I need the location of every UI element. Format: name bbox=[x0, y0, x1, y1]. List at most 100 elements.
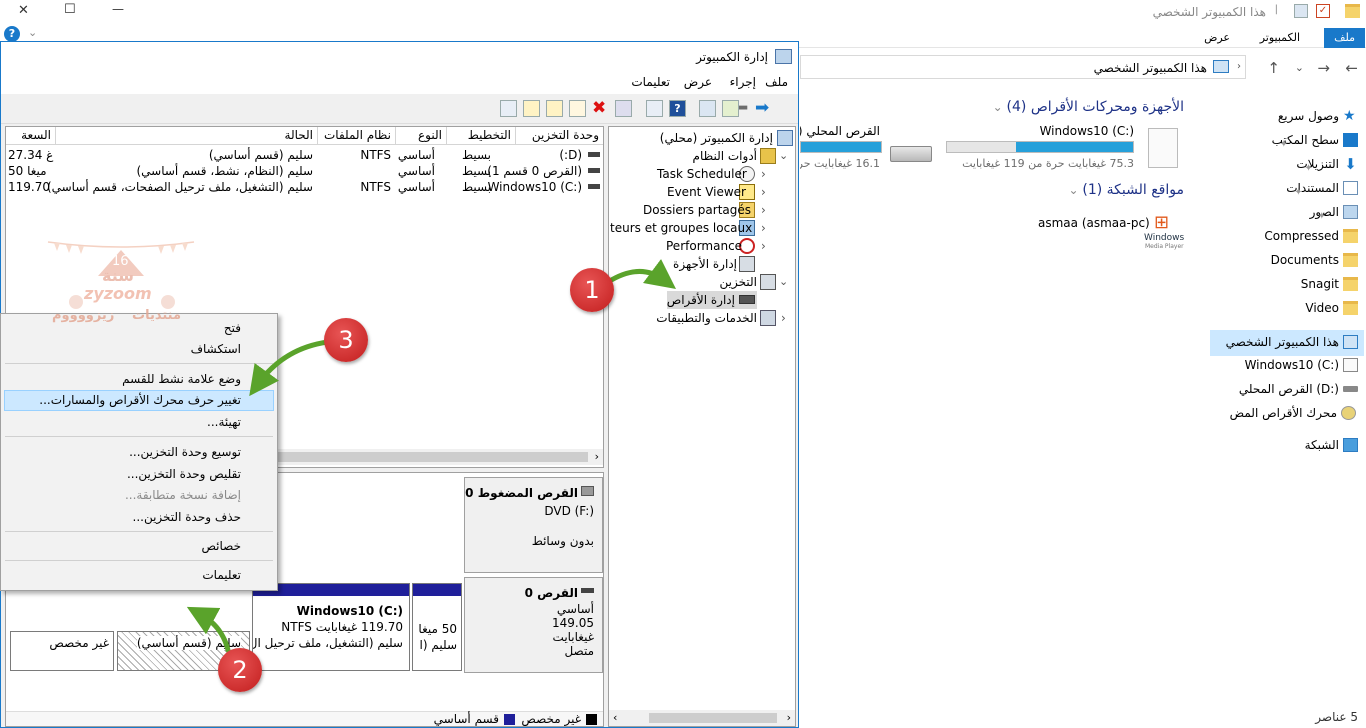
expand-chevron-icon[interactable]: › bbox=[761, 237, 766, 255]
expand-chevron-icon[interactable]: › bbox=[761, 183, 766, 201]
tree-item-disk-management[interactable]: إدارة الأقراص bbox=[667, 291, 757, 309]
expand-chevron-icon[interactable]: › bbox=[761, 201, 766, 219]
toolbar-connect-icon[interactable] bbox=[615, 100, 632, 117]
drive-tile-c[interactable]: Windows10 (C:) 75.3 غيغابايت حرة من 119 … bbox=[944, 124, 1184, 174]
toolbar-checkmark-icon[interactable] bbox=[569, 100, 586, 117]
nav-item-network[interactable]: الشبكة bbox=[1305, 433, 1358, 457]
network-item-asmaa[interactable]: asmaa (asmaa-pc) ⊞ Windows Media Player bbox=[1030, 212, 1190, 252]
ribbon-tab-computer[interactable]: الكمبيوتر bbox=[1250, 28, 1310, 48]
scroll-right-chevron-icon[interactable]: › bbox=[595, 450, 599, 463]
expand-chevron-down-icon[interactable]: ⌄ bbox=[779, 147, 788, 165]
nav-item-video[interactable]: Video bbox=[1305, 296, 1358, 320]
cdrom-0-label[interactable]: القرص المضغوط 0 DVD (F:) بدون وسائط bbox=[464, 477, 603, 573]
menu-item-explore[interactable]: استكشاف bbox=[191, 339, 241, 359]
section-collapse-chevron-icon[interactable]: ⌄ bbox=[993, 100, 1003, 114]
qat-checkmark-icon[interactable]: ✓ bbox=[1316, 4, 1330, 18]
menu-help[interactable]: تعليمات bbox=[631, 75, 670, 89]
nav-item-drive-c[interactable]: Windows10 (C:) bbox=[1245, 353, 1358, 377]
expand-chevron-icon[interactable]: › bbox=[781, 309, 786, 327]
menu-item-extend-volume[interactable]: توسيع وحدة التخزين... bbox=[129, 442, 241, 462]
toolbar-list-icon[interactable] bbox=[500, 100, 517, 117]
toolbar-properties-icon[interactable] bbox=[646, 100, 663, 117]
tree-horizontal-scrollbar[interactable]: ‹ › bbox=[609, 710, 795, 726]
expand-chevron-icon[interactable]: › bbox=[761, 219, 766, 237]
toolbar-up-folder-icon[interactable] bbox=[722, 100, 739, 117]
back-arrow-icon[interactable]: ← bbox=[1345, 59, 1358, 77]
tree-item-local-users[interactable]: › teurs et groupes locaux bbox=[609, 219, 795, 237]
menu-item-change-drive-letter[interactable]: تغيير حرف محرك الأقراص والمسارات... bbox=[39, 390, 241, 410]
table-row[interactable]: (القرص 0 قسم 1) بسيط أساسي سليم (النظام،… bbox=[6, 163, 603, 179]
toolbar-delete-icon[interactable]: ✖ bbox=[592, 98, 606, 118]
expand-chevron-down-icon[interactable]: ⌄ bbox=[779, 273, 788, 291]
nav-item-drive-d[interactable]: القرص المحلي (D:) bbox=[1239, 377, 1358, 401]
menu-item-format[interactable]: تهيئة... bbox=[207, 412, 241, 432]
qat-properties-icon[interactable] bbox=[1294, 4, 1308, 18]
pin-icon[interactable]: ✦ bbox=[1294, 181, 1302, 205]
table-row[interactable]: (D:) بسيط أساسي NTFS سليم (قسم أساسي) 27… bbox=[6, 147, 603, 163]
tree-item-performance[interactable]: › Performance bbox=[609, 237, 795, 255]
column-header-fs[interactable]: نظام الملفات bbox=[318, 127, 396, 145]
toolbar-forward-icon[interactable]: ➡ bbox=[755, 98, 769, 118]
toolbar-show-hide-tree-icon[interactable] bbox=[699, 100, 716, 117]
section-collapse-chevron-icon[interactable]: ⌄ bbox=[1068, 183, 1078, 197]
explorer-close-button[interactable]: ✕ bbox=[18, 3, 29, 18]
tree-item-event-viewer[interactable]: › Event Viewer bbox=[609, 183, 795, 201]
menu-item-mark-active[interactable]: وضع علامة نشط للقسم bbox=[122, 369, 241, 389]
tree-item-task-scheduler[interactable]: › Task Scheduler bbox=[609, 165, 795, 183]
scroll-right-chevron-icon[interactable]: › bbox=[787, 711, 791, 724]
menu-item-shrink-volume[interactable]: تقليص وحدة التخزين... bbox=[127, 464, 241, 484]
tree-item-storage[interactable]: ⌄ التخزين bbox=[609, 273, 795, 291]
tree-item-shared-folders[interactable]: › Dossiers partagés bbox=[609, 201, 795, 219]
partition-system-reserved[interactable]: 50 ميغا سليم (ا bbox=[412, 583, 462, 671]
table-row[interactable]: Windows10 (C:) بسيط أساسي NTFS سليم (الت… bbox=[6, 179, 603, 195]
partition-c[interactable]: Windows10 (C:) 119.70 غيغابايت NTFS سليم… bbox=[252, 583, 410, 671]
nav-item-pictures[interactable]: الصور ✦ bbox=[1310, 200, 1358, 224]
section-devices-header[interactable]: الأجهزة ومحركات الأقراص (4) ⌄ bbox=[993, 99, 1184, 115]
explorer-maximize-button[interactable]: ☐ bbox=[64, 2, 76, 17]
expand-chevron-icon[interactable]: › bbox=[761, 165, 766, 183]
column-header-layout[interactable]: التخطيط bbox=[447, 127, 516, 145]
nav-item-quick-access[interactable]: ★ وصول سريع bbox=[1278, 104, 1358, 128]
nav-item-compressed[interactable]: Compressed bbox=[1264, 224, 1358, 248]
address-chevron-icon[interactable]: › bbox=[1237, 61, 1241, 72]
ribbon-tab-view[interactable]: عرض bbox=[1194, 28, 1240, 48]
menu-file[interactable]: ملف bbox=[765, 75, 788, 89]
scroll-left-chevron-icon[interactable]: ‹ bbox=[613, 711, 617, 724]
drive-tile-d[interactable]: القرص المحلي (D:) 16.1 غيغابايت حرة bbox=[800, 124, 936, 174]
nav-item-snagit[interactable]: Snagit bbox=[1301, 272, 1358, 296]
tree-item-services[interactable]: › الخدمات والتطبيقات bbox=[609, 309, 795, 327]
menu-item-properties[interactable]: خصائص bbox=[201, 536, 241, 556]
disk-0-label[interactable]: القرص 0 أساسي 149.05 غيغابايت متصل bbox=[464, 577, 603, 673]
nav-item-this-pc[interactable]: هذا الكمبيوتر الشخصي bbox=[1226, 330, 1358, 354]
nav-item-documents[interactable]: Documents bbox=[1271, 248, 1358, 272]
tree-item-device-manager[interactable]: إدارة الأجهزة bbox=[609, 255, 795, 273]
tree-item-root[interactable]: إدارة الكمبيوتر (محلي) bbox=[609, 129, 795, 147]
scroll-thumb[interactable] bbox=[649, 713, 777, 723]
column-header-status[interactable]: الحالة bbox=[56, 127, 318, 145]
ribbon-tab-file[interactable]: ملف bbox=[1324, 28, 1365, 48]
nav-item-dvd[interactable]: محرك الأقراص المض bbox=[1206, 401, 1356, 425]
explorer-minimize-button[interactable]: — bbox=[112, 2, 124, 16]
nav-item-desktop[interactable]: سطح المكتب ✦ bbox=[1272, 128, 1358, 152]
section-network-header[interactable]: مواقع الشبكة (1) ⌄ bbox=[1068, 182, 1184, 198]
toolbar-export-icon[interactable] bbox=[523, 100, 540, 117]
nav-item-downloads[interactable]: ⬇ التنزيلات ✦ bbox=[1296, 152, 1358, 176]
scroll-thumb[interactable] bbox=[276, 452, 588, 462]
menu-view[interactable]: عرض bbox=[684, 75, 712, 89]
menu-action[interactable]: إجراء bbox=[730, 75, 756, 89]
ribbon-expand-chevron-icon[interactable]: ⌄ bbox=[28, 26, 37, 39]
partition-unallocated[interactable]: غير مخصص bbox=[10, 631, 114, 671]
pin-icon[interactable]: ✦ bbox=[1280, 133, 1288, 157]
nav-item-documents-ar[interactable]: المستندات ✦ bbox=[1286, 176, 1358, 200]
address-input[interactable]: › هذا الكمبيوتر الشخصي bbox=[800, 55, 1246, 79]
menu-item-help[interactable]: تعليمات bbox=[202, 565, 241, 585]
recent-chevron-icon[interactable]: ⌄ bbox=[1295, 61, 1304, 74]
forward-arrow-icon[interactable]: → bbox=[1317, 59, 1330, 77]
toolbar-help-icon[interactable]: ? bbox=[669, 100, 686, 117]
column-header-volume[interactable]: وحدة التخزين bbox=[516, 127, 603, 145]
tree-item-system-tools[interactable]: ⌄ أدوات النظام bbox=[609, 147, 795, 165]
toolbar-folder-icon[interactable] bbox=[546, 100, 563, 117]
up-arrow-icon[interactable]: ↑ bbox=[1267, 59, 1280, 77]
column-header-capacity[interactable]: السعة bbox=[6, 127, 56, 145]
help-icon[interactable]: ? bbox=[4, 26, 20, 42]
